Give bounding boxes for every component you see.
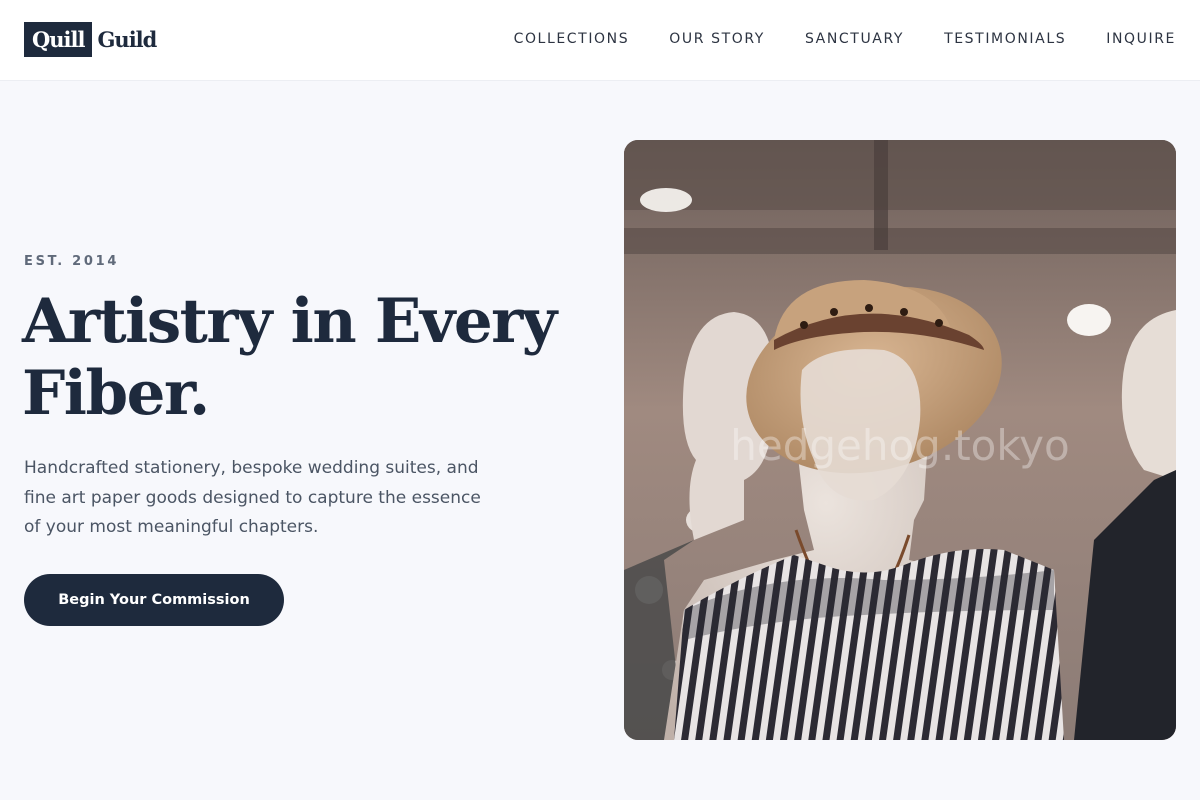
logo-text: Guild	[97, 27, 158, 52]
nav-link-testimonials[interactable]: Testimonials	[944, 31, 1066, 47]
brand-logo[interactable]: Quill Guild	[24, 22, 158, 57]
nav-link-collections[interactable]: Collections	[514, 31, 630, 47]
hero-image: hedgehog.tokyo	[624, 140, 1176, 740]
main-nav: Collections Our Story Sanctuary Testimon…	[514, 0, 1176, 78]
nav-link-inquire[interactable]: Inquire	[1106, 31, 1176, 47]
mannequin-photo: hedgehog.tokyo	[624, 140, 1176, 740]
watermark-text: hedgehog.tokyo	[730, 421, 1070, 470]
site-header: Quill Guild Collections Our Story Sanctu…	[0, 0, 1200, 81]
hero-eyebrow: EST. 2014	[24, 254, 120, 269]
logo-mark: Quill	[24, 22, 92, 57]
hero-headline: Artistry in Every Fiber.	[22, 286, 557, 429]
begin-commission-button[interactable]: Begin Your Commission	[24, 574, 284, 626]
nav-link-our-story[interactable]: Our Story	[669, 31, 765, 47]
hero-description: Handcrafted stationery, bespoke wedding …	[24, 458, 481, 537]
nav-link-sanctuary[interactable]: Sanctuary	[805, 31, 904, 47]
